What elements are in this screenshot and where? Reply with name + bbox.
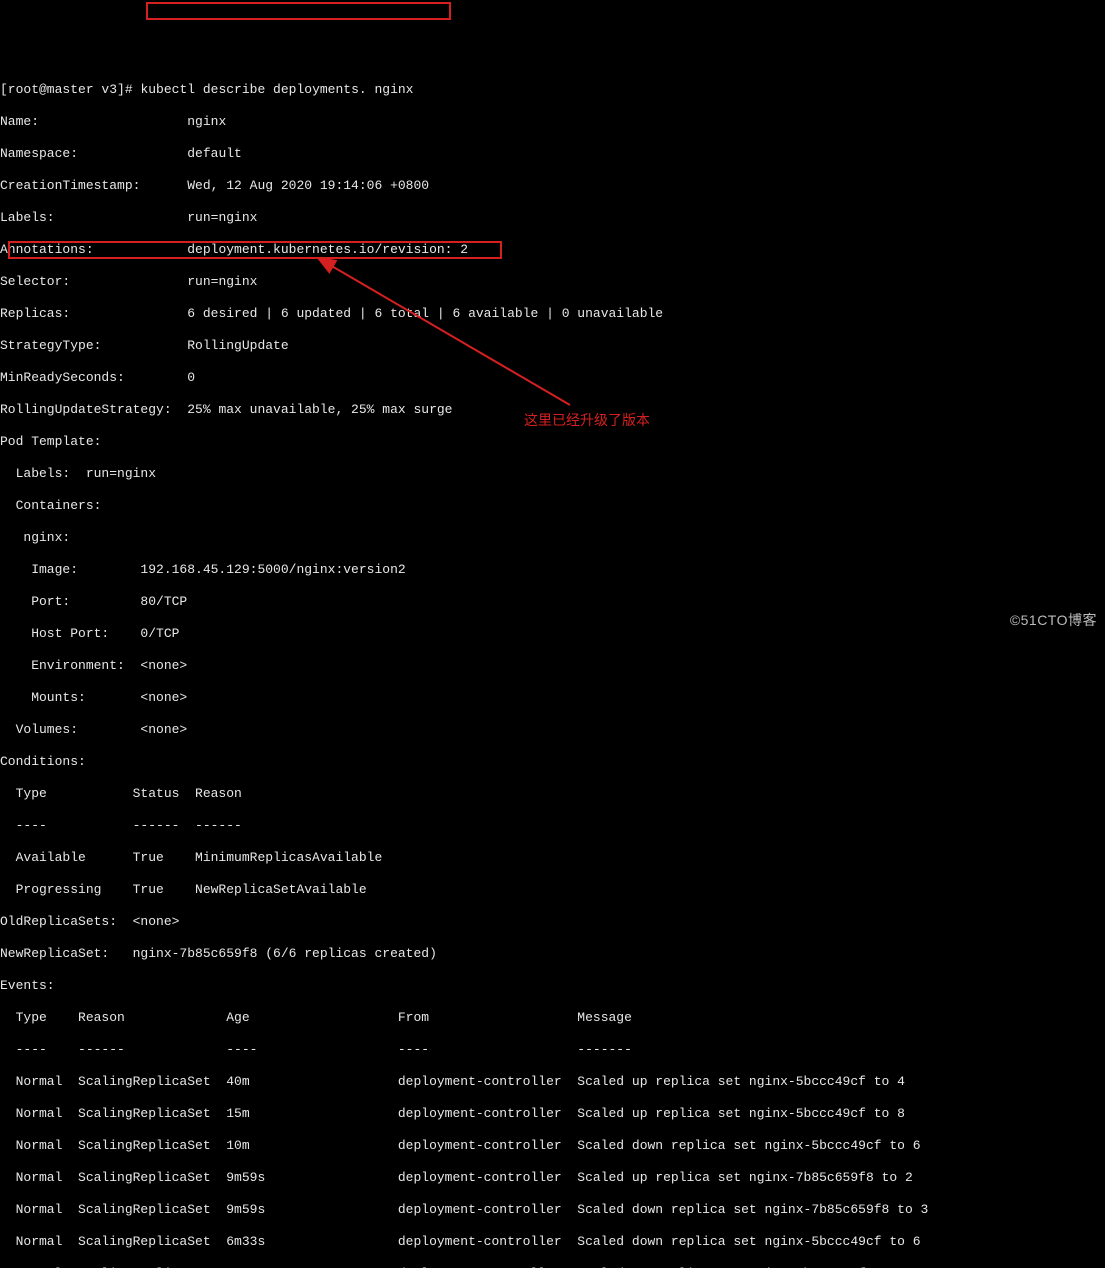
watermark-text: ©51CTO博客 — [1010, 612, 1097, 628]
conditions-dashes: ---- ------ ------ — [0, 818, 1105, 834]
events-row: Normal ScalingReplicaSet 9m59s deploymen… — [0, 1170, 1105, 1186]
pod-template-host-port: Host Port: 0/TCP — [0, 626, 1105, 642]
conditions-header: Conditions: — [0, 754, 1105, 770]
events-dashes: ---- ------ ---- ---- ------- — [0, 1042, 1105, 1058]
prompt-line[interactable]: [root@master v3]# kubectl describe deplo… — [0, 82, 1105, 98]
events-row: Normal ScalingReplicaSet 6m33s deploymen… — [0, 1266, 1105, 1268]
new-replica-set: NewReplicaSet: nginx-7b85c659f8 (6/6 rep… — [0, 946, 1105, 962]
conditions-row: Progressing True NewReplicaSetAvailable — [0, 882, 1105, 898]
events-row: Normal ScalingReplicaSet 6m33s deploymen… — [0, 1234, 1105, 1250]
events-columns: Type Reason Age From Message — [0, 1010, 1105, 1026]
field-name: Name: nginx — [0, 114, 1105, 130]
events-header: Events: — [0, 978, 1105, 994]
events-row: Normal ScalingReplicaSet 9m59s deploymen… — [0, 1202, 1105, 1218]
events-row: Normal ScalingReplicaSet 40m deployment-… — [0, 1074, 1105, 1090]
pod-template-containers: Containers: — [0, 498, 1105, 514]
shell-command: kubectl describe deployments. nginx — [140, 82, 413, 97]
pod-template-environment: Environment: <none> — [0, 658, 1105, 674]
pod-template-mounts: Mounts: <none> — [0, 690, 1105, 706]
conditions-columns: Type Status Reason — [0, 786, 1105, 802]
pod-template-image: Image: 192.168.45.129:5000/nginx:version… — [0, 562, 1105, 578]
pod-template-volumes: Volumes: <none> — [0, 722, 1105, 738]
field-namespace: Namespace: default — [0, 146, 1105, 162]
field-creation-timestamp: CreationTimestamp: Wed, 12 Aug 2020 19:1… — [0, 178, 1105, 194]
pod-template-header: Pod Template: — [0, 434, 1105, 450]
field-min-ready-seconds: MinReadySeconds: 0 — [0, 370, 1105, 386]
terminal-output: [root@master v3]# kubectl describe deplo… — [0, 64, 1105, 1268]
highlight-box-command — [146, 2, 451, 20]
pod-template-port: Port: 80/TCP — [0, 594, 1105, 610]
field-replicas: Replicas: 6 desired | 6 updated | 6 tota… — [0, 306, 1105, 322]
conditions-row: Available True MinimumReplicasAvailable — [0, 850, 1105, 866]
pod-template-labels: Labels: run=nginx — [0, 466, 1105, 482]
old-replica-sets: OldReplicaSets: <none> — [0, 914, 1105, 930]
annotation-text: 这里已经升级了版本 — [524, 412, 650, 428]
field-selector: Selector: run=nginx — [0, 274, 1105, 290]
events-row: Normal ScalingReplicaSet 15m deployment-… — [0, 1106, 1105, 1122]
events-row: Normal ScalingReplicaSet 10m deployment-… — [0, 1138, 1105, 1154]
field-annotations: Annotations: deployment.kubernetes.io/re… — [0, 242, 1105, 258]
field-labels: Labels: run=nginx — [0, 210, 1105, 226]
pod-template-nginx: nginx: — [0, 530, 1105, 546]
shell-prompt: [root@master v3]# — [0, 82, 140, 97]
field-strategy-type: StrategyType: RollingUpdate — [0, 338, 1105, 354]
